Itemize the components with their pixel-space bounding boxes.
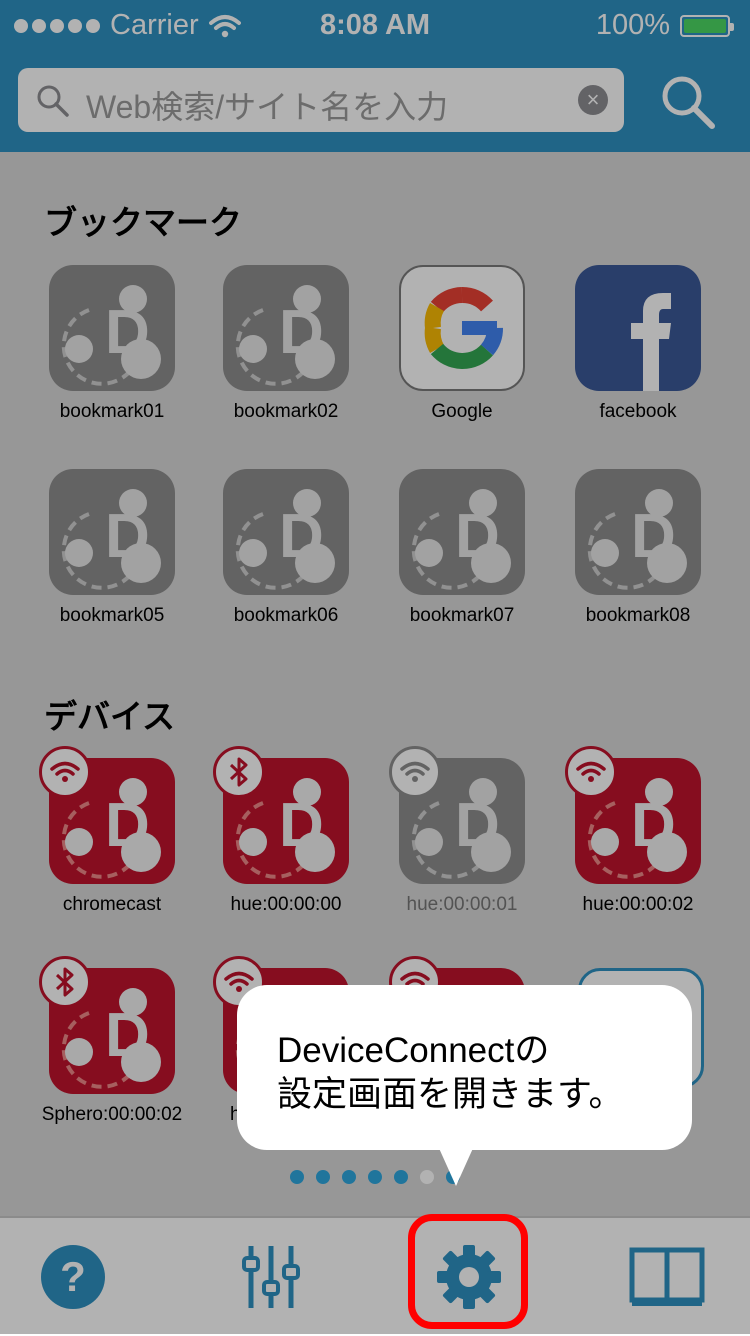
page-dot (290, 1170, 304, 1184)
bookmark-label: bookmark06 (233, 605, 339, 626)
wifi-icon (565, 746, 617, 798)
page-dot-active (420, 1170, 434, 1184)
device-tile[interactable]: D hue:00:00:00 (198, 746, 374, 916)
search-bar[interactable]: Web検索/サイト名を入力 × (18, 68, 624, 132)
sliders-icon (242, 1246, 300, 1308)
deviceconnect-logo-icon: D (49, 469, 175, 595)
tab-bookmarks[interactable] (622, 1232, 712, 1322)
device-label: hue:00:00:01 (406, 894, 518, 915)
battery-indicator: 100% (595, 9, 734, 42)
bookmark-tile[interactable]: D bookmark08 (550, 469, 726, 627)
page-indicator[interactable] (290, 1170, 460, 1184)
device-tile[interactable]: D Sphero:00:00:02 (24, 956, 200, 1126)
device-tile[interactable]: D hue:00:00:02 (550, 746, 726, 916)
tab-sliders[interactable] (226, 1232, 316, 1322)
tab-help[interactable]: ? (28, 1232, 118, 1322)
svg-text:?: ? (60, 1253, 86, 1300)
bookmark-tile[interactable]: D bookmark07 (374, 469, 550, 627)
bookmark-tile[interactable]: D bookmark01 (24, 265, 200, 423)
bookmark-label: bookmark01 (59, 401, 165, 422)
bookmark-tile[interactable]: D bookmark06 (198, 469, 374, 627)
search-icon (662, 76, 715, 129)
deviceconnect-logo-icon: D (39, 746, 175, 884)
bookmark-label: bookmark08 (585, 605, 691, 626)
bookmarks-title: ブックマーク (44, 204, 242, 241)
book-icon (629, 1247, 705, 1306)
bookmark-label: bookmark02 (233, 401, 339, 422)
page-dot (368, 1170, 382, 1184)
deviceconnect-logo-icon: D (223, 469, 349, 595)
deviceconnect-logo-icon: D (39, 956, 175, 1094)
search-button[interactable] (660, 74, 716, 135)
battery-percent: 100% (595, 9, 670, 41)
bookmark-tile[interactable]: D bookmark02 (198, 265, 374, 423)
bookmark-label: bookmark07 (409, 605, 515, 626)
search-icon (37, 85, 69, 117)
bookmark-tile[interactable]: D bookmark05 (24, 469, 200, 627)
bookmark-tile-google[interactable]: Google (374, 265, 550, 423)
bluetooth-icon (213, 746, 265, 798)
deviceconnect-logo-icon: D (223, 265, 349, 391)
device-tile-disabled[interactable]: D hue:00:00:01 (374, 746, 550, 916)
device-tile[interactable]: D chromecast (24, 746, 200, 916)
tutorial-callout: DeviceConnectの 設定画面を開きます。 (237, 985, 692, 1150)
devices-title: デバイス (44, 698, 176, 735)
top-bar: Carrier 8:08 AM 100% Web検索/サイト名を入力 × (0, 0, 750, 152)
clear-icon[interactable]: × (578, 85, 608, 115)
deviceconnect-logo-icon: D (213, 746, 349, 884)
wifi-icon (389, 746, 441, 798)
deviceconnect-logo-icon: D (389, 746, 525, 884)
deviceconnect-logo-icon: D (49, 265, 175, 391)
page-dot (342, 1170, 356, 1184)
page-dot (394, 1170, 408, 1184)
callout-line-1: DeviceConnectの (277, 1031, 550, 1070)
bluetooth-icon (39, 956, 91, 1008)
bookmark-tile-facebook[interactable]: facebook (550, 265, 726, 423)
google-logo-icon (399, 265, 525, 391)
facebook-logo-icon (575, 265, 701, 391)
battery-icon (680, 14, 734, 37)
bookmark-label: Google (431, 401, 493, 422)
page-dot (316, 1170, 330, 1184)
bookmark-label: bookmark05 (59, 605, 165, 626)
callout-text: DeviceConnectの 設定画面を開きます。 (277, 1029, 624, 1117)
device-label: hue:00:00:02 (582, 894, 694, 915)
device-label: Sphero:00:00:02 (41, 1104, 183, 1125)
device-label: hue:00:00:00 (230, 894, 342, 915)
callout-line-2: 設定画面を開きます。 (277, 1075, 624, 1114)
help-icon: ? (41, 1245, 105, 1309)
settings-highlight (408, 1214, 528, 1329)
bookmark-label: facebook (599, 401, 677, 422)
deviceconnect-logo-icon: D (575, 469, 701, 595)
status-bar: Carrier 8:08 AM 100% (0, 0, 750, 50)
device-label: chromecast (62, 894, 162, 915)
wifi-icon (39, 746, 91, 798)
deviceconnect-logo-icon: D (399, 469, 525, 595)
search-placeholder: Web検索/サイト名を入力 (86, 89, 449, 125)
deviceconnect-logo-icon: D (565, 746, 701, 884)
callout-tail (438, 1146, 474, 1186)
